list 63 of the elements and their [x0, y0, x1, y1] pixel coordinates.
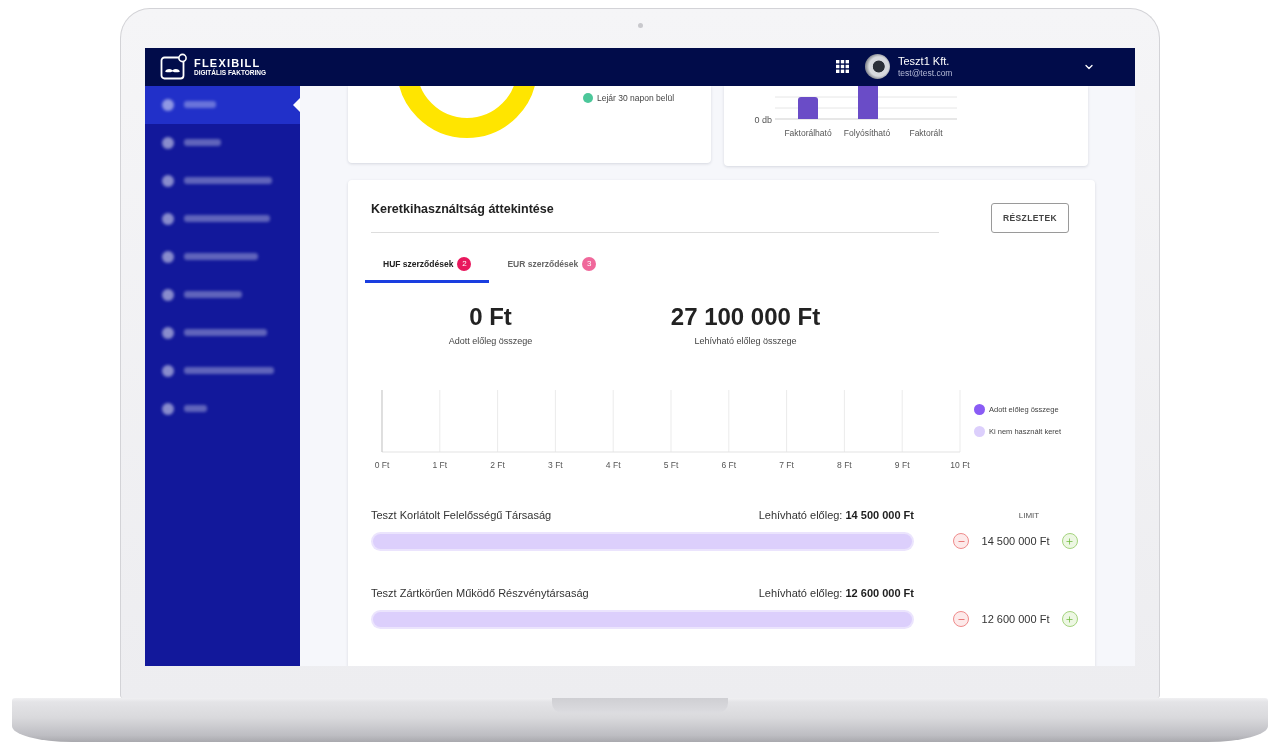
- available-advance: Lehívható előleg: 14 500 000 Ft: [758, 509, 914, 521]
- axis-tick-label: 10 Ft: [950, 459, 970, 470]
- blurred-label: [184, 405, 207, 412]
- contract-name: Teszt Korlátolt Felelősségű Társaság: [371, 509, 552, 521]
- stat-label: Adott előleg összege: [448, 334, 533, 347]
- available-advance: Lehívható előleg: 12 600 000 Ft: [758, 587, 914, 599]
- count-badge: 3: [582, 256, 597, 271]
- details-button[interactable]: RÉSZLETEK: [991, 202, 1069, 233]
- blurred-icon: [162, 98, 174, 111]
- limit-amount: 12 600 000 Ft: [981, 613, 1050, 625]
- category-label: Folyósítható: [843, 127, 891, 138]
- section-title: Keretkihasználtság áttekintése: [371, 200, 554, 217]
- blurred-icon: [162, 250, 174, 263]
- axis-tick-label: 6 Ft: [721, 459, 737, 470]
- decrease-limit-button[interactable]: [953, 533, 969, 549]
- axis-tick-label: 0 db: [754, 114, 772, 124]
- category-label: Faktorálható: [784, 127, 832, 138]
- user-email: test@test.com: [898, 67, 954, 79]
- axis-tick-label: 3 Ft: [548, 459, 563, 470]
- axis-tick-label: 7 Ft: [779, 459, 794, 470]
- increase-limit-button[interactable]: [1062, 611, 1078, 627]
- count-badge: 2: [457, 256, 472, 271]
- brand-name: FLEXIBILL: [194, 56, 262, 69]
- blurred-label: [184, 291, 242, 298]
- limit-column-header: LIMIT: [1017, 509, 1041, 522]
- y-axis-line: [381, 388, 383, 453]
- blurred-icon: [162, 326, 174, 339]
- currency-tab[interactable]: HUF szerződések 2: [365, 244, 490, 283]
- blurred-label: [184, 101, 216, 108]
- axis-tick-label: 0 Ft: [374, 459, 390, 470]
- stat-value: 0 Ft: [469, 302, 512, 331]
- stat-value: 27 100 000 Ft: [670, 302, 821, 331]
- category-label: Faktorált: [909, 127, 943, 138]
- company-name: Teszt1 Kft.: [898, 54, 951, 68]
- axis-tick-label: 5 Ft: [663, 459, 679, 470]
- blurred-icon: [162, 402, 174, 415]
- currency-tab[interactable]: EUR szerződések 3: [489, 244, 615, 283]
- plus-icon: [1065, 536, 1075, 546]
- axis-tick-label: 9 Ft: [894, 459, 910, 470]
- blurred-icon: [162, 212, 174, 225]
- axis-tick-label: 2 Ft: [490, 459, 505, 470]
- limit-amount: 14 500 000 Ft: [981, 535, 1050, 547]
- decrease-limit-button[interactable]: [953, 611, 969, 627]
- blurred-label: [184, 139, 221, 146]
- stat-label: Lehívható előleg összege: [694, 334, 797, 347]
- blurred-icon: [162, 136, 174, 149]
- sidebar-item[interactable]: [145, 85, 300, 124]
- blurred-icon: [162, 174, 174, 187]
- mustache-logo-icon: [160, 53, 188, 80]
- contract-name: Teszt Zártkörűen Működő Részvénytársaság: [371, 587, 589, 599]
- chart-bar: [798, 96, 818, 119]
- blurred-icon: [162, 288, 174, 301]
- blurred-icon: [162, 364, 174, 377]
- axis-tick-label: 1 Ft: [432, 459, 448, 470]
- increase-limit-button[interactable]: [1062, 533, 1078, 549]
- chart-bar: [858, 85, 878, 119]
- legend-label: Lejár 30 napon belül: [597, 92, 675, 103]
- plus-icon: [1065, 614, 1075, 624]
- camera-icon: [637, 22, 643, 28]
- avatar-icon[interactable]: [865, 54, 890, 79]
- apps-grid-icon[interactable]: [836, 60, 849, 73]
- axis-tick-label: 4 Ft: [605, 459, 621, 470]
- axis-tick-label: 8 Ft: [837, 459, 852, 470]
